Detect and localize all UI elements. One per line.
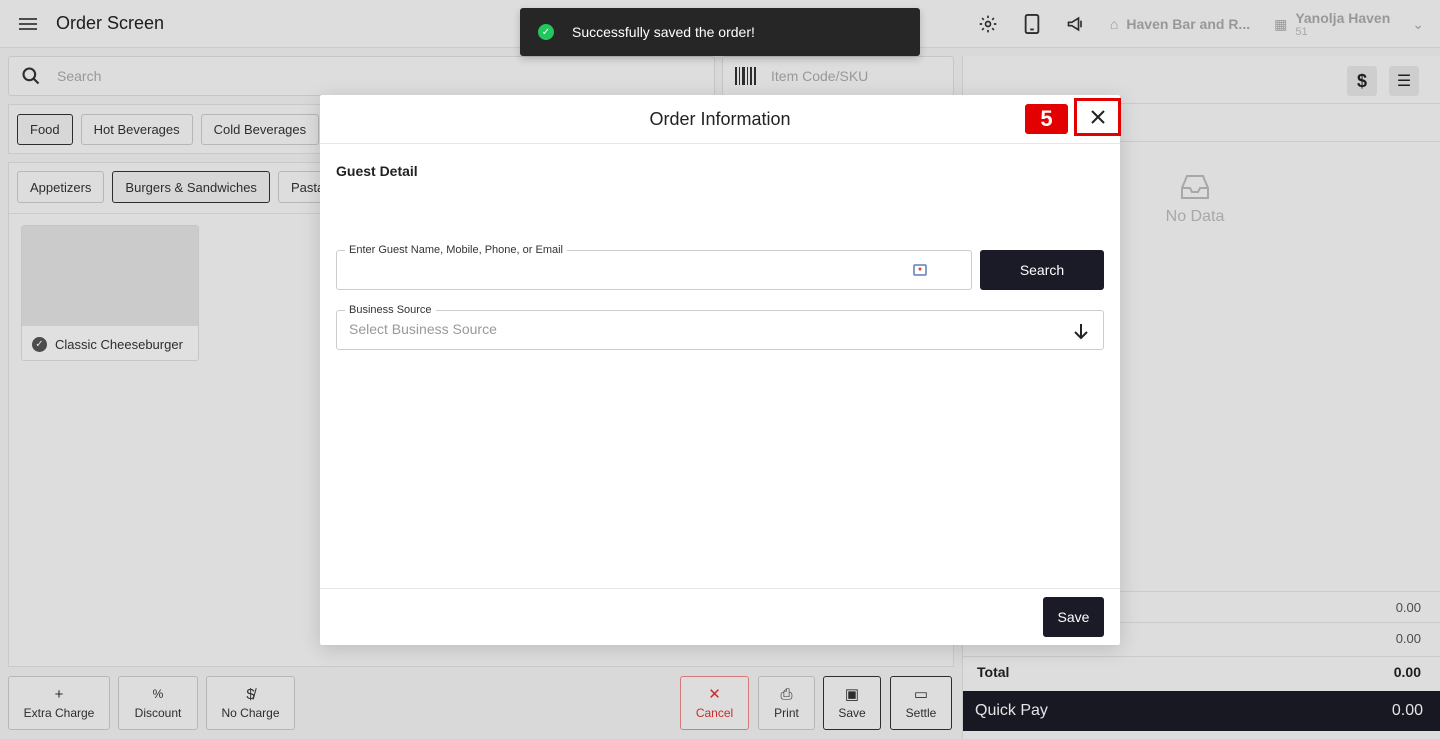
order-information-modal: Order Information 5 Guest Detail Enter G… [320, 95, 1121, 645]
guest-search-field[interactable]: Enter Guest Name, Mobile, Phone, or Emai… [336, 244, 972, 290]
modal-save-button[interactable]: Save [1043, 597, 1104, 637]
modal-body: Guest Detail Enter Guest Name, Mobile, P… [320, 144, 1120, 588]
success-toast: ✓ Successfully saved the order! [520, 8, 920, 56]
business-source-select[interactable]: Business Source Select Business Source [336, 304, 1104, 350]
modal-footer: Save [320, 588, 1120, 645]
business-source-placeholder: Select Business Source [349, 321, 497, 337]
step-badge: 5 [1025, 104, 1068, 134]
section-title: Guest Detail [336, 163, 418, 179]
close-button[interactable] [1074, 98, 1121, 136]
toast-message: Successfully saved the order! [572, 24, 755, 40]
guest-search-button[interactable]: Search [980, 250, 1104, 290]
success-check-icon: ✓ [538, 24, 554, 40]
arrow-down-icon [1074, 324, 1088, 340]
guest-field-label: Enter Guest Name, Mobile, Phone, or Emai… [345, 244, 567, 256]
modal-title: Order Information [649, 108, 791, 129]
close-icon [1090, 110, 1105, 124]
id-card-icon [913, 264, 927, 276]
business-source-label: Business Source [345, 304, 436, 316]
modal-header: Order Information 5 [320, 95, 1121, 144]
